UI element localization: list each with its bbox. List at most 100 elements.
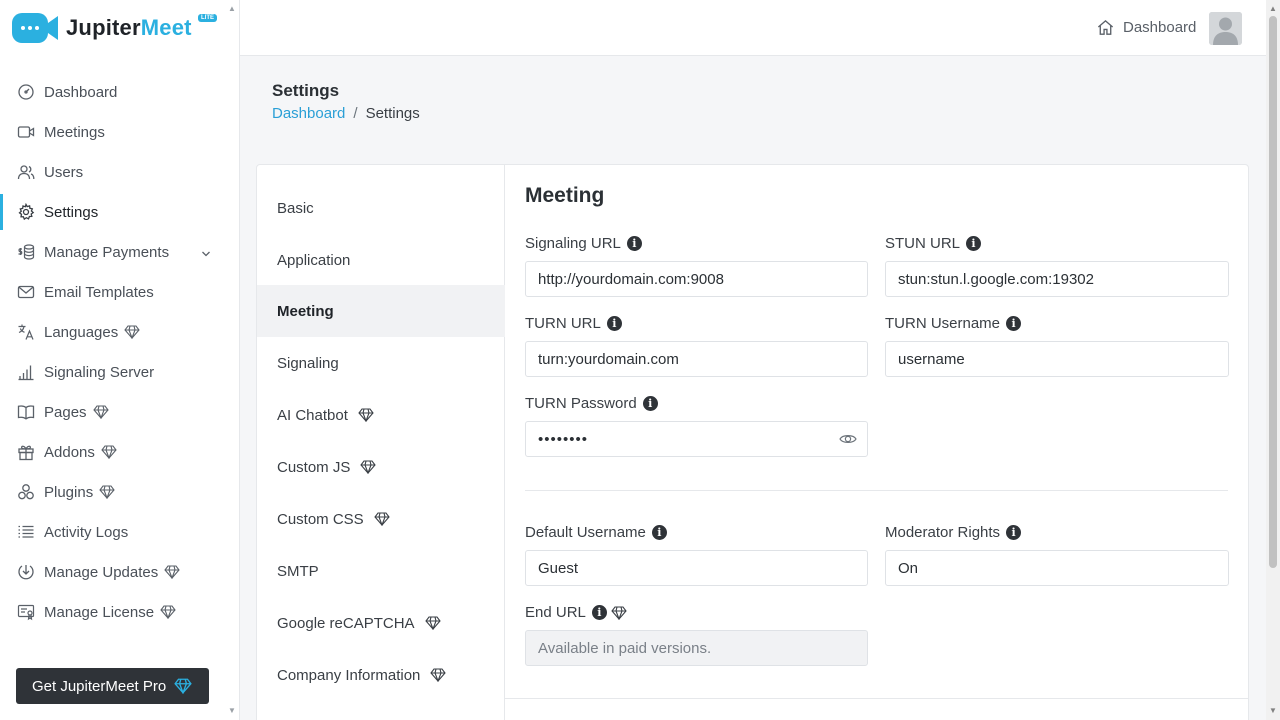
default-username-label: Default Username i <box>525 524 667 541</box>
info-icon[interactable]: i <box>626 236 642 251</box>
sidebar-item-settings[interactable]: Settings <box>0 192 239 232</box>
page-title: Settings <box>272 81 340 100</box>
info-icon[interactable]: i <box>651 525 667 540</box>
turn-url-input[interactable]: turn:yourdomain.com <box>525 341 868 377</box>
tab-label: SMTP <box>277 562 319 580</box>
sidebar-item-manage-updates[interactable]: Manage Updates <box>0 552 239 592</box>
settings-tab-basic[interactable]: Basic <box>257 182 505 234</box>
sidebar-item-pages[interactable]: Pages <box>0 392 239 432</box>
info-icon[interactable]: i <box>966 236 982 251</box>
topbar-dashboard-link[interactable]: Dashboard <box>1096 18 1196 37</box>
sidebar-scroll-down-icon[interactable]: ▼ <box>228 706 236 715</box>
diamond-icon <box>160 605 176 619</box>
input-value: •••••••• <box>538 430 589 448</box>
sidebar-item-activity-logs[interactable]: Activity Logs <box>0 512 239 552</box>
sidebar-item-manage-license[interactable]: Manage License <box>0 592 239 632</box>
label-text: Moderator Rights <box>885 524 1001 541</box>
chevron-down-icon[interactable] <box>201 245 211 262</box>
sidebar-item-email-templates[interactable]: Email Templates <box>0 272 239 312</box>
panel-title: Meeting <box>525 184 605 207</box>
diamond-icon <box>164 565 180 579</box>
sidebar-item-label: Pages <box>44 403 87 421</box>
dashboard-icon <box>17 83 35 101</box>
signaling-url-input[interactable]: http://yourdomain.com:9008 <box>525 261 868 297</box>
get-pro-button[interactable]: Get JupiterMeet Pro <box>16 668 209 704</box>
tab-label: Custom CSS <box>277 510 364 528</box>
diamond-icon <box>360 460 377 474</box>
sidebar-item-label: Email Templates <box>44 283 154 301</box>
settings-tab-meeting[interactable]: Meeting <box>257 285 505 337</box>
sidebar-item-plugins[interactable]: Plugins <box>0 472 239 512</box>
info-icon[interactable]: i <box>1006 316 1022 331</box>
sidebar-item-signaling-server[interactable]: Signaling Server <box>0 352 239 392</box>
info-icon[interactable]: i <box>1006 525 1022 540</box>
label-text: Default Username <box>525 524 646 541</box>
signal-icon <box>17 363 35 381</box>
default-username-input[interactable]: Guest <box>525 550 868 586</box>
sidebar-item-languages[interactable]: Languages <box>0 312 239 352</box>
settings-tab-signaling[interactable]: Signaling <box>257 337 505 389</box>
home-icon <box>1097 19 1114 35</box>
translate-icon <box>17 323 35 341</box>
scroll-down-icon[interactable]: ▼ <box>1269 706 1277 715</box>
tab-label: Signaling <box>277 354 339 372</box>
settings-tab-custom-js[interactable]: Custom JS <box>257 441 505 493</box>
get-pro-label: Get JupiterMeet Pro <box>32 677 167 695</box>
app-logo[interactable]: JupiterMeet <box>10 10 192 46</box>
sidebar-item-manage-payments[interactable]: Manage Payments <box>0 232 239 272</box>
page-scrollbar[interactable]: ▲ ▼ <box>1266 0 1280 720</box>
info-icon[interactable]: i <box>606 316 622 331</box>
info-icon[interactable]: i <box>642 396 658 411</box>
settings-tab-company-information[interactable]: Company Information <box>257 649 505 701</box>
stun-url-input[interactable]: stun:stun.l.google.com:19302 <box>885 261 1229 297</box>
sidebar-item-label: Dashboard <box>44 83 118 101</box>
info-icon[interactable]: i <box>591 605 607 620</box>
chat-bubble-logo-icon <box>10 11 60 45</box>
tab-label: Company Information <box>277 666 421 684</box>
eye-icon[interactable] <box>839 432 857 450</box>
input-value: http://yourdomain.com:9008 <box>538 270 724 288</box>
sidebar-item-label: Plugins <box>44 483 94 501</box>
sidebar-item-users[interactable]: Users <box>0 152 239 192</box>
end-url-input: Available in paid versions. <box>525 630 868 666</box>
avatar[interactable] <box>1209 12 1242 45</box>
sidebar-item-label: Users <box>44 163 84 181</box>
tab-label: Basic <box>277 199 314 217</box>
settings-tab-google-recaptcha[interactable]: Google reCAPTCHA <box>257 597 505 649</box>
turn-username-label: TURN Username i <box>885 315 1022 332</box>
tab-label: AI Chatbot <box>277 406 348 424</box>
diamond-icon <box>358 408 374 422</box>
plugins-icon <box>17 483 35 501</box>
settings-tab-application[interactable]: Application <box>257 234 505 286</box>
download-icon <box>17 563 35 581</box>
tab-label: Meeting <box>277 302 334 320</box>
scroll-up-icon[interactable]: ▲ <box>1269 4 1277 13</box>
turn-username-input[interactable]: username <box>885 341 1229 377</box>
label-text: TURN URL <box>525 315 601 332</box>
turn-password-input[interactable]: •••••••• <box>525 421 868 457</box>
sidebar-item-label: Settings <box>44 203 99 221</box>
sidebar-item-label: Activity Logs <box>44 523 129 541</box>
input-placeholder: Available in paid versions. <box>538 639 712 657</box>
settings-tab-smtp[interactable]: SMTP <box>257 545 505 597</box>
diamond-icon <box>430 668 447 682</box>
mail-icon <box>17 283 35 301</box>
sidebar-item-addons[interactable]: Addons <box>0 432 239 472</box>
sidebar-scroll-up-icon[interactable]: ▲ <box>228 4 236 13</box>
turn-url-label: TURN URL i <box>525 315 622 332</box>
settings-tab-ai-chatbot[interactable]: AI Chatbot <box>257 389 505 441</box>
turn-password-label: TURN Password i <box>525 395 658 412</box>
sidebar-item-dashboard[interactable]: Dashboard <box>0 72 239 112</box>
input-value: stun:stun.l.google.com:19302 <box>898 270 1094 288</box>
breadcrumb-dashboard-link[interactable]: Dashboard <box>272 105 345 122</box>
tab-label: Google reCAPTCHA <box>277 614 415 632</box>
sidebar: JupiterMeet LITE ▲ Dashboard Meetings Us… <box>0 0 240 720</box>
sidebar-item-meetings[interactable]: Meetings <box>0 112 239 152</box>
settings-tab-custom-css[interactable]: Custom CSS <box>257 493 505 545</box>
diamond-icon <box>373 512 390 526</box>
moderator-rights-select[interactable]: On <box>885 550 1229 586</box>
sidebar-item-label: Addons <box>44 443 95 461</box>
scrollbar-thumb[interactable] <box>1269 16 1277 568</box>
breadcrumb-current: Settings <box>365 105 420 122</box>
tab-label: Custom JS <box>277 458 351 476</box>
